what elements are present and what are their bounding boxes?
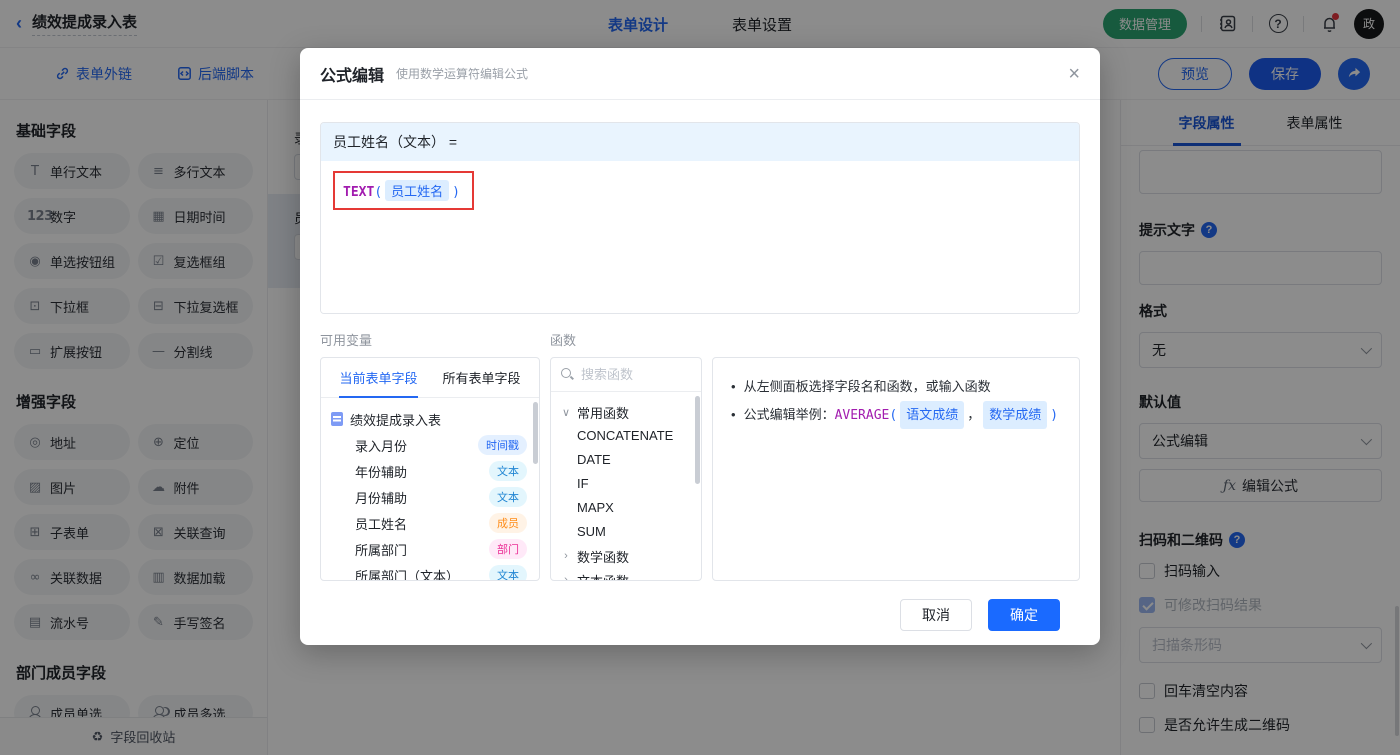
scrollbar-thumb[interactable] xyxy=(695,396,700,484)
search-icon xyxy=(561,368,574,381)
function-token[interactable]: TEXT xyxy=(343,185,374,200)
modal-title: 公式编辑 xyxy=(320,62,384,86)
variable-item[interactable]: 所属部门部门 xyxy=(331,536,529,562)
variable-item[interactable]: 员工姓名成员 xyxy=(331,510,529,536)
close-icon[interactable]: × xyxy=(1068,64,1080,84)
variable-item[interactable]: 录入月份时间戳 xyxy=(331,432,529,458)
function-item[interactable]: MAPX xyxy=(561,496,691,520)
formula-input-area[interactable]: TEXT(员工姓名) xyxy=(321,161,1079,313)
variable-item[interactable]: 年份辅助文本 xyxy=(331,458,529,484)
variables-tree-root[interactable]: 绩效提成录入表 xyxy=(331,406,529,432)
function-search-input[interactable] xyxy=(581,367,681,382)
function-group-text[interactable]: ›文本函数 xyxy=(561,568,691,581)
variable-item[interactable]: 所属部门（文本）文本 xyxy=(331,562,529,581)
example-field-token: 语文成绩 xyxy=(900,401,964,430)
function-item[interactable]: SUM xyxy=(561,520,691,544)
chevron-collapsed-icon: › xyxy=(561,574,571,581)
field-token[interactable]: 员工姓名 xyxy=(385,180,449,201)
variables-panel: 当前表单字段 所有表单字段 绩效提成录入表 录入月份时间戳 年份辅助文本 月份辅… xyxy=(320,357,540,581)
type-badge: 文本 xyxy=(489,565,527,581)
function-item[interactable]: DATE xyxy=(561,448,691,472)
scrollbar-thumb[interactable] xyxy=(533,402,538,464)
tip-example: 公式编辑举例：AVERAGE(语文成绩，数学成绩) xyxy=(744,401,1059,430)
tips-panel: •从左侧面板选择字段名和函数，或输入函数 •公式编辑举例：AVERAGE(语文成… xyxy=(712,357,1080,581)
variables-label: 可用变量 xyxy=(320,330,550,349)
annotation-red-box: TEXT(员工姓名) xyxy=(333,171,474,210)
form-file-icon xyxy=(331,412,343,426)
confirm-button[interactable]: 确定 xyxy=(988,599,1060,631)
type-badge: 文本 xyxy=(489,487,527,507)
chevron-expanded-icon: ∨ xyxy=(561,406,571,419)
function-search[interactable] xyxy=(551,358,701,392)
function-item[interactable]: IF xyxy=(561,472,691,496)
example-field-token: 数学成绩 xyxy=(983,401,1047,430)
type-badge: 时间戳 xyxy=(478,435,527,455)
tip-text: 从左侧面板选择字段名和函数，或输入函数 xyxy=(744,374,991,401)
formula-editor-box: 员工姓名（文本） = TEXT(员工姓名) xyxy=(320,122,1080,314)
chevron-collapsed-icon: › xyxy=(561,550,571,562)
function-group-common[interactable]: ∨常用函数 xyxy=(561,400,691,424)
function-group-math[interactable]: ›数学函数 xyxy=(561,544,691,568)
type-badge: 部门 xyxy=(489,539,527,559)
functions-label: 函数 xyxy=(550,330,576,349)
formula-edit-modal: 公式编辑 使用数学运算符编辑公式 × 员工姓名（文本） = TEXT(员工姓名)… xyxy=(300,48,1100,645)
type-badge: 成员 xyxy=(489,513,527,533)
formula-target-field: 员工姓名（文本） = xyxy=(321,123,1079,161)
type-badge: 文本 xyxy=(489,461,527,481)
tab-all-form-fields[interactable]: 所有表单字段 xyxy=(442,358,520,398)
modal-subtitle: 使用数学运算符编辑公式 xyxy=(396,65,528,82)
tab-current-form-fields[interactable]: 当前表单字段 xyxy=(339,358,417,398)
cancel-button[interactable]: 取消 xyxy=(900,599,972,631)
functions-panel: ∨常用函数 CONCATENATE DATE IF MAPX SUM ›数学函数… xyxy=(550,357,702,581)
variable-item[interactable]: 月份辅助文本 xyxy=(331,484,529,510)
example-function-token: AVERAGE xyxy=(835,408,890,423)
function-item[interactable]: CONCATENATE xyxy=(561,424,691,448)
